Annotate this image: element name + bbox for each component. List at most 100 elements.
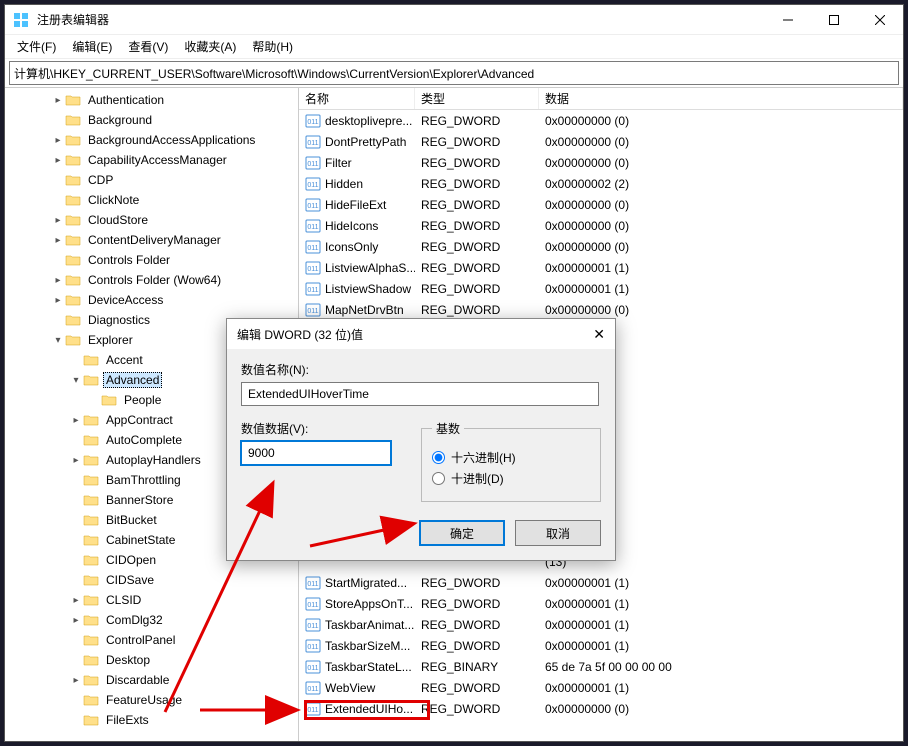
tree-item-label: CDP	[85, 172, 116, 188]
value-data-input[interactable]	[241, 441, 391, 465]
tree-item[interactable]: ▸DeviceAccess	[5, 290, 298, 310]
close-button[interactable]	[857, 5, 903, 35]
tree-item[interactable]: ▸Controls Folder (Wow64)	[5, 270, 298, 290]
folder-icon	[83, 473, 99, 487]
tree-item-label: CapabilityAccessManager	[85, 152, 230, 168]
tree-item[interactable]: Controls Folder	[5, 250, 298, 270]
list-row[interactable]: 011FilterREG_DWORD0x00000000 (0)	[299, 152, 903, 173]
list-row[interactable]: 011MapNetDrvBtnREG_DWORD0x00000000 (0)	[299, 299, 903, 320]
list-row[interactable]: 011ExtendedUIHo...REG_DWORD0x00000000 (0…	[299, 698, 903, 719]
address-text: 计算机\HKEY_CURRENT_USER\Software\Microsoft…	[14, 65, 534, 82]
radix-hex-radio[interactable]	[432, 451, 445, 464]
expander-none	[69, 553, 83, 567]
tree-item[interactable]: ▸ CapabilityAccessManager	[5, 150, 298, 170]
tree-item[interactable]: ▸CLSID	[5, 590, 298, 610]
chevron-right-icon[interactable]: ▸	[51, 293, 65, 307]
chevron-right-icon[interactable]: ▸	[51, 273, 65, 287]
radix-dec-radio[interactable]	[432, 472, 445, 485]
column-header-data[interactable]: 数据	[539, 88, 903, 109]
list-row[interactable]: 011HideFileExtREG_DWORD0x00000000 (0)	[299, 194, 903, 215]
list-header: 名称类型数据	[299, 88, 903, 110]
list-row[interactable]: 011StartMigrated...REG_DWORD0x00000001 (…	[299, 572, 903, 593]
chevron-right-icon[interactable]: ▸	[51, 153, 65, 167]
chevron-down-icon[interactable]: ▾	[51, 333, 65, 347]
list-row[interactable]: 011HiddenREG_DWORD0x00000002 (2)	[299, 173, 903, 194]
list-row[interactable]: 011HideIconsREG_DWORD0x00000000 (0)	[299, 215, 903, 236]
list-row[interactable]: 011TaskbarStateL...REG_BINARY65 de 7a 5f…	[299, 656, 903, 677]
column-header-name[interactable]: 名称	[299, 88, 415, 109]
list-row[interactable]: 011TaskbarAnimat...REG_DWORD0x00000001 (…	[299, 614, 903, 635]
tree-item[interactable]: FileExts	[5, 710, 298, 730]
maximize-button[interactable]	[811, 5, 857, 35]
cell-type: REG_DWORD	[415, 702, 539, 716]
dialog-titlebar[interactable]: 编辑 DWORD (32 位)值 ✕	[227, 319, 615, 349]
dword-icon: 011	[305, 596, 321, 612]
list-row[interactable]: 011ListviewAlphaS...REG_DWORD0x00000001 …	[299, 257, 903, 278]
menu-view[interactable]: 查看(V)	[120, 36, 176, 57]
chevron-right-icon[interactable]: ▸	[69, 413, 83, 427]
tree-item[interactable]: ClickNote	[5, 190, 298, 210]
tree-item-label: Diagnostics	[85, 312, 153, 328]
chevron-right-icon[interactable]: ▸	[51, 93, 65, 107]
chevron-right-icon[interactable]: ▸	[51, 233, 65, 247]
cell-data: 0x00000001 (1)	[539, 639, 903, 653]
tree-item[interactable]: ▸BackgroundAccessApplications	[5, 130, 298, 150]
address-bar[interactable]: 计算机\HKEY_CURRENT_USER\Software\Microsoft…	[9, 61, 899, 85]
tree-item[interactable]: Desktop	[5, 650, 298, 670]
chevron-right-icon[interactable]: ▸	[69, 613, 83, 627]
menu-help[interactable]: 帮助(H)	[244, 36, 301, 57]
tree-item[interactable]: ▸CloudStore	[5, 210, 298, 230]
tree-item[interactable]: ▸ContentDeliveryManager	[5, 230, 298, 250]
menu-favorites[interactable]: 收藏夹(A)	[176, 36, 244, 57]
list-row[interactable]: 011StoreAppsOnT...REG_DWORD0x00000001 (1…	[299, 593, 903, 614]
list-row[interactable]: 011WebViewREG_DWORD0x00000001 (1)	[299, 677, 903, 698]
list-row[interactable]: 011DontPrettyPathREG_DWORD0x00000000 (0)	[299, 131, 903, 152]
cell-name: 011IconsOnly	[299, 239, 415, 255]
dword-icon: 011	[305, 680, 321, 696]
window-title: 注册表编辑器	[37, 11, 765, 28]
folder-icon	[65, 93, 81, 107]
tree-item-label: Accent	[103, 352, 146, 368]
list-row[interactable]: 011IconsOnlyREG_DWORD0x00000000 (0)	[299, 236, 903, 257]
chevron-right-icon[interactable]: ▸	[51, 213, 65, 227]
ok-button[interactable]: 确定	[419, 520, 505, 546]
tree-item[interactable]: CDP	[5, 170, 298, 190]
dword-icon: 011	[305, 701, 321, 717]
menu-file[interactable]: 文件(F)	[9, 36, 64, 57]
dword-icon: 011	[305, 155, 321, 171]
titlebar[interactable]: 注册表编辑器	[5, 5, 903, 35]
cell-type: REG_DWORD	[415, 639, 539, 653]
tree-item-label: Controls Folder	[85, 252, 173, 268]
tree-item[interactable]: FeatureUsage	[5, 690, 298, 710]
chevron-right-icon[interactable]: ▸	[69, 673, 83, 687]
tree-item[interactable]: CIDSave	[5, 570, 298, 590]
radix-hex-row[interactable]: 十六进制(H)	[432, 449, 590, 466]
list-row[interactable]: 011desktoplivepre...REG_DWORD0x00000000 …	[299, 110, 903, 131]
expander-none	[69, 533, 83, 547]
tree-item[interactable]: Background	[5, 110, 298, 130]
list-row[interactable]: 011ListviewShadowREG_DWORD0x00000001 (1)	[299, 278, 903, 299]
column-header-type[interactable]: 类型	[415, 88, 539, 109]
cell-name: 011MapNetDrvBtn	[299, 302, 415, 318]
chevron-down-icon[interactable]: ▾	[69, 373, 83, 387]
folder-icon	[83, 513, 99, 527]
value-name-input[interactable]	[241, 382, 599, 406]
cancel-button[interactable]: 取消	[515, 520, 601, 546]
chevron-right-icon[interactable]: ▸	[51, 133, 65, 147]
dialog-close-button[interactable]: ✕	[565, 326, 605, 343]
tree-item[interactable]: ▸ComDlg32	[5, 610, 298, 630]
tree-item[interactable]: ▸Discardable	[5, 670, 298, 690]
tree-item[interactable]: ▸Authentication	[5, 90, 298, 110]
radix-dec-row[interactable]: 十进制(D)	[432, 470, 590, 487]
list-row[interactable]: 011TaskbarSizeM...REG_DWORD0x00000001 (1…	[299, 635, 903, 656]
minimize-button[interactable]	[765, 5, 811, 35]
menu-edit[interactable]: 编辑(E)	[64, 36, 120, 57]
folder-icon	[83, 413, 99, 427]
tree-item[interactable]: ControlPanel	[5, 630, 298, 650]
cell-type: REG_BINARY	[415, 660, 539, 674]
tree-item-label: BannerStore	[103, 492, 176, 508]
cell-type: REG_DWORD	[415, 114, 539, 128]
chevron-right-icon[interactable]: ▸	[69, 453, 83, 467]
chevron-right-icon[interactable]: ▸	[69, 593, 83, 607]
cell-data: 0x00000000 (0)	[539, 156, 903, 170]
